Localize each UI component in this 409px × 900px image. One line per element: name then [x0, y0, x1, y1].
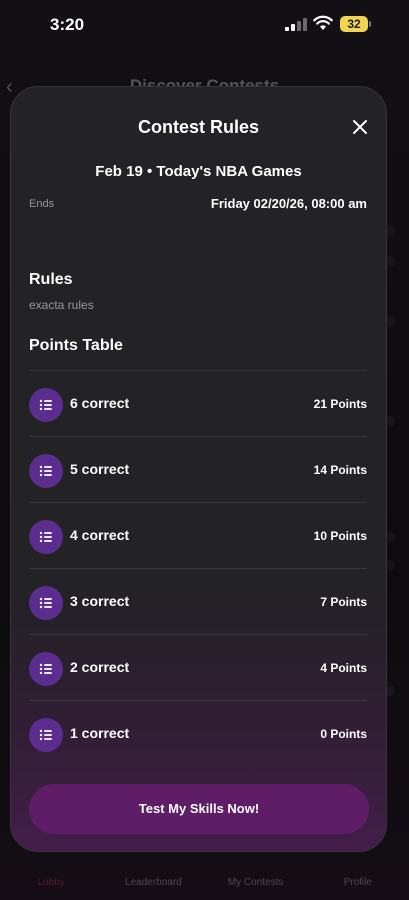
- list-icon: [29, 586, 63, 620]
- battery-cap: [369, 21, 371, 27]
- list-icon: [29, 520, 63, 554]
- points-row-value: 14 Points: [313, 463, 367, 477]
- tab-profile[interactable]: Profile: [318, 853, 398, 888]
- rules-text: exacta rules: [29, 298, 94, 312]
- close-button[interactable]: [348, 115, 372, 139]
- signal-icon: [285, 18, 307, 31]
- points-row: 4 correct 10 Points: [29, 502, 367, 568]
- ends-value: Friday 02/20/26, 08:00 am: [210, 196, 367, 211]
- points-row: 1 correct 0 Points: [29, 700, 367, 766]
- list-icon: [29, 652, 63, 686]
- points-row: 5 correct 14 Points: [29, 436, 367, 502]
- list-icon: [29, 718, 63, 752]
- points-table-heading: Points Table: [29, 337, 123, 354]
- points-row-label: 3 correct: [70, 593, 130, 609]
- wifi-icon: [313, 15, 333, 31]
- points-row-label: 5 correct: [70, 461, 130, 477]
- points-row-label: 2 correct: [70, 659, 130, 675]
- points-row: 3 correct 7 Points: [29, 568, 367, 634]
- points-row-label: 6 correct: [70, 395, 130, 411]
- tab-lobby[interactable]: Lobby: [11, 853, 91, 888]
- battery-icon: 32: [340, 16, 368, 32]
- status-bar: 3:20 32: [0, 0, 409, 50]
- points-table: 6 correct 21 Points 5 correct 14 Points …: [29, 370, 367, 766]
- list-icon: [29, 454, 63, 488]
- contest-subtitle: Feb 19 • Today's NBA Games: [95, 163, 302, 180]
- points-row-value: 0 Points: [320, 727, 367, 741]
- status-time: 3:20: [50, 15, 85, 34]
- test-my-skills-button[interactable]: Test My Skills Now!: [29, 784, 369, 834]
- tab-leaderboard[interactable]: Leaderboard: [113, 853, 193, 888]
- contest-rules-modal: Contest Rules Feb 19 • Today's NBA Games…: [10, 86, 387, 852]
- close-icon: [353, 120, 367, 134]
- points-row-value: 4 Points: [320, 661, 367, 675]
- ends-label: Ends: [29, 198, 55, 210]
- points-row: 6 correct 21 Points: [29, 370, 367, 436]
- points-row-value: 21 Points: [313, 397, 367, 411]
- points-row-value: 7 Points: [320, 595, 367, 609]
- app-screen: ‹ Discover Contests Lobby Leaderboard My…: [0, 0, 409, 900]
- points-row-label: 4 correct: [70, 527, 130, 543]
- list-icon: [29, 388, 63, 422]
- rules-heading: Rules: [29, 271, 73, 288]
- modal-title: Contest Rules: [137, 117, 260, 137]
- points-row-value: 10 Points: [313, 529, 367, 543]
- points-row-label: 1 correct: [70, 725, 130, 741]
- points-row: 2 correct 4 Points: [29, 634, 367, 700]
- tab-my-contests[interactable]: My Contests: [216, 853, 296, 888]
